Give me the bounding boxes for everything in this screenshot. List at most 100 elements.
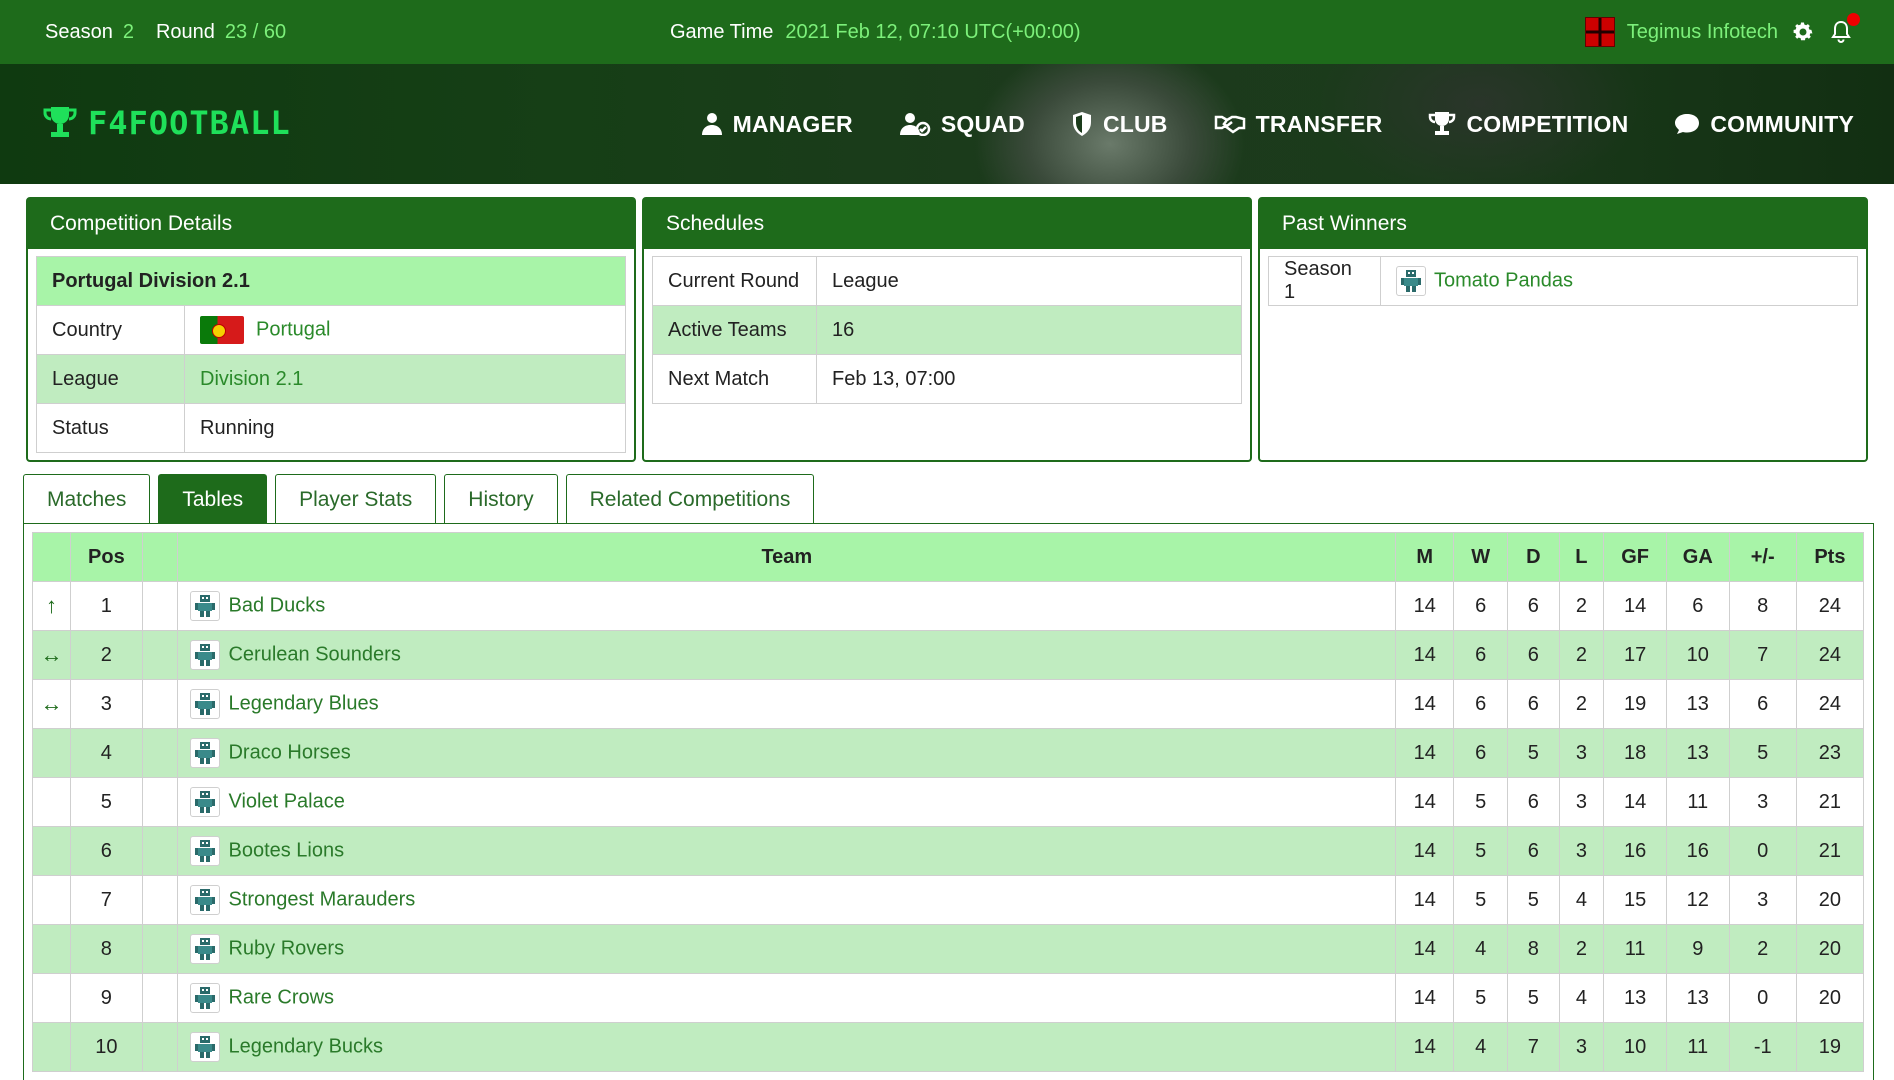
- m-cell: 14: [1395, 630, 1455, 680]
- nav-club[interactable]: CLUB: [1071, 111, 1168, 138]
- header-banner: F4FOOTBALL MANAGER SQUAD CLUB TRANSFER C…: [0, 64, 1894, 184]
- gd-cell: 3: [1728, 777, 1797, 827]
- d-cell: 6: [1507, 630, 1560, 680]
- nav-community[interactable]: COMMUNITY: [1674, 111, 1854, 138]
- d-cell: 6: [1507, 679, 1560, 729]
- ga-cell: 11: [1665, 777, 1730, 827]
- gf-cell: 18: [1603, 728, 1667, 778]
- nav-competition[interactable]: COMPETITION: [1428, 111, 1628, 138]
- winner-season: Season 1: [1268, 256, 1381, 306]
- schedules-table: Current Round League Active Teams 16 Nex…: [652, 256, 1242, 404]
- m-header[interactable]: M: [1395, 532, 1455, 582]
- team-link[interactable]: Legendary Bucks: [228, 1035, 383, 1057]
- team-link[interactable]: Strongest Marauders: [228, 888, 415, 910]
- pos-cell: 9: [70, 973, 143, 1023]
- team-link[interactable]: Bootes Lions: [228, 839, 344, 861]
- team-badge-icon: [190, 934, 221, 964]
- league-table-header: Pos Team M W D L GF GA +/- Pts: [31, 532, 1865, 582]
- game-time-label: Game Time: [670, 20, 774, 43]
- gf-header[interactable]: GF: [1603, 532, 1667, 582]
- badge-cell: [141, 581, 179, 631]
- nav-squad[interactable]: SQUAD: [899, 111, 1025, 138]
- site-logo[interactable]: F4FOOTBALL: [42, 104, 291, 142]
- l-cell: 3: [1558, 777, 1605, 827]
- arrow-left-right-icon: ↔: [40, 642, 63, 667]
- nav-community-label: COMMUNITY: [1710, 110, 1854, 137]
- table-row: ↑ 1 Bad Ducks 14 6 6 2 14 6 8 24: [31, 581, 1865, 631]
- nav-manager[interactable]: MANAGER: [701, 111, 853, 138]
- w-cell: 5: [1453, 875, 1509, 925]
- team-link[interactable]: Draco Horses: [228, 741, 350, 763]
- tab-history[interactable]: History: [444, 474, 558, 524]
- m-cell: 14: [1395, 728, 1455, 778]
- gf-cell: 10: [1603, 1022, 1667, 1072]
- pos-cell: 1: [70, 581, 143, 631]
- tab-related-competitions[interactable]: Related Competitions: [565, 474, 815, 524]
- past-winners-table: Season 1 Tomato Pandas: [1268, 256, 1858, 306]
- country-value: Portugal: [184, 305, 626, 355]
- league-link[interactable]: Division 2.1: [200, 368, 303, 390]
- w-header[interactable]: W: [1453, 532, 1509, 582]
- badge-cell: [141, 875, 179, 925]
- gd-header[interactable]: +/-: [1728, 532, 1797, 582]
- team-link[interactable]: Ruby Rovers: [228, 937, 344, 959]
- league-table: Pos Team M W D L GF GA +/- Pts ↑ 1 Bad Duc…: [31, 532, 1865, 1072]
- d-header[interactable]: D: [1507, 532, 1560, 582]
- main-nav: MANAGER SQUAD CLUB TRANSFER COMPETITION …: [701, 64, 1854, 184]
- gf-cell: 14: [1603, 581, 1667, 631]
- league-label: League: [36, 354, 185, 404]
- m-cell: 14: [1395, 777, 1455, 827]
- team-header[interactable]: Team: [177, 532, 1397, 582]
- season-round-info: Season 2 Round 23 / 60: [45, 0, 286, 64]
- ga-cell: 11: [1665, 1022, 1730, 1072]
- team-cell: Strongest Marauders: [177, 875, 1397, 925]
- past-winners-panel: Past Winners Season 1 Tomato Pandas: [1258, 197, 1868, 462]
- l-header[interactable]: L: [1558, 532, 1605, 582]
- tab-matches[interactable]: Matches: [23, 474, 151, 524]
- winner-team-link[interactable]: Tomato Pandas: [1434, 269, 1573, 291]
- bell-icon[interactable]: [1828, 13, 1860, 45]
- tab-player-stats[interactable]: Player Stats: [275, 474, 437, 524]
- pts-cell: 23: [1795, 728, 1865, 778]
- l-cell: 2: [1558, 679, 1605, 729]
- l-cell: 4: [1558, 875, 1605, 925]
- user-avatar[interactable]: [1584, 17, 1615, 47]
- country-link[interactable]: Portugal: [256, 318, 331, 340]
- l-cell: 4: [1558, 973, 1605, 1023]
- user-name-link[interactable]: Tegimus Infotech: [1627, 21, 1778, 44]
- badge-cell: [141, 924, 179, 974]
- team-badge-icon: [190, 591, 221, 621]
- gf-cell: 13: [1603, 973, 1667, 1023]
- schedules-title: Schedules: [644, 199, 1250, 249]
- badge-header: [141, 532, 179, 582]
- pos-cell: 10: [70, 1022, 143, 1072]
- l-cell: 2: [1558, 924, 1605, 974]
- badge-cell: [141, 826, 179, 876]
- team-link[interactable]: Legendary Blues: [228, 692, 378, 714]
- team-link[interactable]: Violet Palace: [228, 790, 344, 812]
- logo-text: F4FOOTBALL: [88, 104, 291, 142]
- season-value: 2: [122, 20, 134, 43]
- tab-tables[interactable]: Tables: [158, 474, 268, 524]
- ga-cell: 12: [1665, 875, 1730, 925]
- team-link[interactable]: Cerulean Sounders: [228, 643, 400, 665]
- competition-details-title: Competition Details: [28, 199, 634, 249]
- team-badge-icon: [190, 738, 221, 768]
- team-cell: Bad Ducks: [177, 581, 1397, 631]
- team-badge-icon: [190, 787, 221, 817]
- trophy-logo-icon: [43, 107, 77, 137]
- nav-transfer[interactable]: TRANSFER: [1214, 111, 1383, 138]
- winner-team-cell: Tomato Pandas: [1380, 256, 1858, 306]
- ga-header[interactable]: GA: [1665, 532, 1730, 582]
- pts-header[interactable]: Pts: [1795, 532, 1865, 582]
- next-match-value: Feb 13, 07:00: [816, 354, 1242, 404]
- ga-cell: 6: [1665, 581, 1730, 631]
- trend-cell: [31, 728, 72, 778]
- gear-icon[interactable]: [1790, 19, 1816, 45]
- team-link[interactable]: Rare Crows: [228, 986, 334, 1008]
- team-link[interactable]: Bad Ducks: [228, 594, 325, 616]
- trend-cell: ↔: [31, 679, 72, 729]
- d-cell: 5: [1507, 875, 1560, 925]
- pos-header[interactable]: Pos: [70, 532, 143, 582]
- season-label: Season: [45, 20, 113, 43]
